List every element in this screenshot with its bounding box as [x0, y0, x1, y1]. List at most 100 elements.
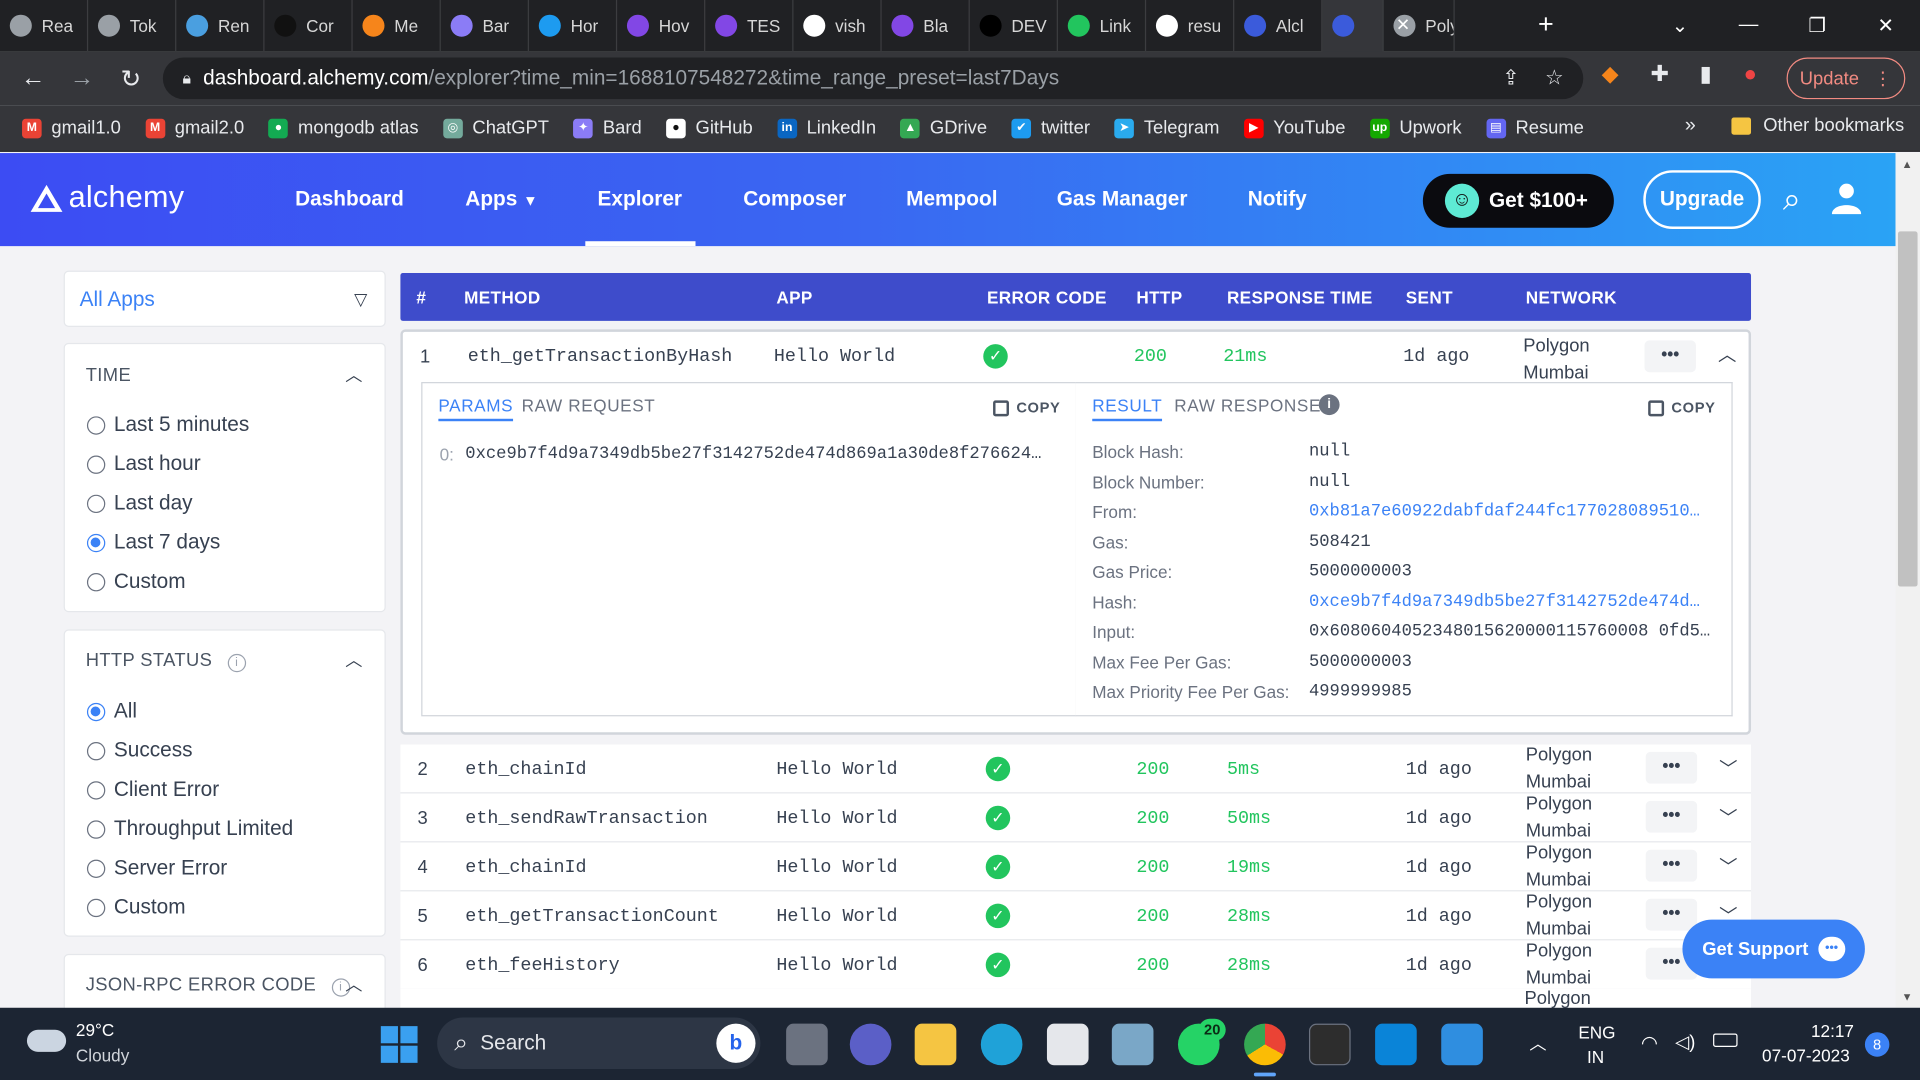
forward-icon[interactable]: →: [58, 64, 107, 92]
tab-raw-response[interactable]: RAW RESPONSE: [1174, 396, 1321, 416]
bookmark-bard[interactable]: ✦ Bard: [573, 118, 642, 138]
url-bar[interactable]: 🔒︎ dashboard.alchemy.com/explorer?time_m…: [162, 57, 1584, 100]
get-support-button[interactable]: Get Support •••: [1682, 919, 1865, 979]
info-icon[interactable]: i: [227, 653, 246, 673]
weather-temp[interactable]: 29°C: [76, 1020, 114, 1040]
row-actions-button[interactable]: •••: [1645, 751, 1698, 784]
bookmark-github[interactable]: ● GitHub: [666, 118, 753, 138]
scroll-thumb[interactable]: [1897, 231, 1918, 587]
tab-linkedin[interactable]: Link: [1058, 0, 1147, 52]
nav-composer[interactable]: Composer: [743, 187, 846, 211]
time-option-last-hour[interactable]: Last hour: [86, 452, 201, 476]
tab-github[interactable]: vish: [793, 0, 882, 52]
bookmark-chatgpt[interactable]: ◎ ChatGPT: [443, 118, 549, 138]
close-tab-icon[interactable]: ✕: [1396, 15, 1410, 36]
app-selector[interactable]: All Apps ▽: [63, 270, 386, 327]
tab-bard[interactable]: Bar: [441, 0, 529, 52]
back-icon[interactable]: ←: [9, 64, 58, 92]
tab-react[interactable]: Rea: [0, 0, 89, 52]
task-view-icon[interactable]: [786, 1023, 828, 1066]
metamask-extension-icon[interactable]: ◆: [1602, 61, 1619, 87]
tab-params[interactable]: PARAMS: [438, 396, 514, 422]
clock-time[interactable]: 12:17: [1811, 1021, 1854, 1041]
chevron-down-icon[interactable]: ﹀: [1719, 804, 1737, 830]
chrome-icon[interactable]: [1244, 1023, 1286, 1066]
time-option-last-5-minutes[interactable]: Last 5 minutes: [86, 413, 249, 437]
tab-token[interactable]: Tok: [88, 0, 177, 52]
camera-app-icon[interactable]: [1111, 1023, 1154, 1066]
chevron-up-icon[interactable]: ︿: [345, 362, 362, 386]
result-value[interactable]: 0xb81a7e60922dabfdaf244fc177028089510…: [1309, 502, 1700, 522]
store-icon[interactable]: [1046, 1023, 1089, 1066]
time-option-last-7-days[interactable]: Last 7 days: [86, 530, 220, 554]
table-row[interactable]: 3 eth_sendRawTransaction Hello World ✓ 200 50…: [400, 793, 1752, 843]
nav-mempool[interactable]: Mempool: [906, 187, 997, 211]
row-actions-button[interactable]: •••: [1645, 800, 1698, 833]
http-status-option-throughput-limited[interactable]: Throughput Limited: [86, 817, 293, 841]
terminal-icon[interactable]: [1308, 1023, 1351, 1066]
clock-date[interactable]: 07-07-2023: [1762, 1046, 1850, 1066]
tab-metamask[interactable]: Me: [353, 0, 441, 52]
close-window-icon[interactable]: ✕: [1851, 13, 1920, 37]
chevron-up-icon[interactable]: ︿: [345, 972, 362, 996]
new-tab-icon[interactable]: +: [1538, 9, 1554, 41]
weather-desc[interactable]: Cloudy: [76, 1046, 129, 1066]
http-status-option-all[interactable]: All: [86, 699, 137, 723]
result-value[interactable]: 0xce9b7f4d9a7349db5be27f3142752de474d…: [1309, 592, 1700, 612]
alchemy-logo[interactable]: alchemy: [29, 180, 184, 216]
tab-polygon-test[interactable]: TES: [705, 0, 794, 52]
more-bookmarks-icon[interactable]: »: [1685, 115, 1696, 137]
bookmark-linkedin[interactable]: in LinkedIn: [777, 118, 876, 138]
scroll-up-icon[interactable]: ▲: [1902, 158, 1913, 170]
nav-apps[interactable]: Apps ▼: [465, 187, 537, 211]
chevron-down-icon[interactable]: ﹀: [1719, 756, 1737, 782]
table-row[interactable]: 2 eth_chainId Hello World ✓ 200 5ms 1d ago Poly…: [400, 744, 1752, 794]
tab-render[interactable]: Ren: [176, 0, 265, 52]
upgrade-button[interactable]: Upgrade: [1643, 170, 1761, 229]
nav-dashboard[interactable]: Dashboard: [295, 187, 404, 211]
teams-icon[interactable]: [849, 1023, 892, 1066]
bookmark-gmail1-0[interactable]: Mgmail1.0: [22, 118, 121, 138]
scroll-down-icon[interactable]: ▼: [1902, 991, 1913, 1003]
http-status-option-custom[interactable]: Custom: [86, 895, 186, 919]
row-actions-button[interactable]: •••: [1644, 340, 1696, 373]
tab-dev[interactable]: DEV: [970, 0, 1058, 52]
tab-polygon-3[interactable]: Poly: [1384, 0, 1455, 52]
lang-secondary[interactable]: IN: [1587, 1047, 1604, 1067]
battery-icon[interactable]: [1713, 1033, 1738, 1047]
http-status-option-success[interactable]: Success: [86, 738, 193, 762]
minimize-icon[interactable]: —: [1714, 15, 1783, 37]
tab-cor[interactable]: Cor: [264, 0, 353, 52]
table-row[interactable]: 4 eth_chainId Hello World ✓ 200 19ms 1d ago Pol…: [400, 842, 1752, 892]
nav-gas-manager[interactable]: Gas Manager: [1057, 187, 1188, 211]
bookmark-gmail2-0[interactable]: Mgmail2.0: [145, 118, 244, 138]
nav-notify[interactable]: Notify: [1248, 187, 1307, 211]
bookmark-mongodb-atlas[interactable]: ● mongodb atlas: [268, 118, 419, 138]
table-row-expanded[interactable]: 1 eth_getTransactionByHash Hello World ✓…: [400, 329, 1752, 735]
user-icon[interactable]: [1831, 182, 1862, 215]
share-icon[interactable]: ⇪: [1502, 66, 1519, 90]
volume-icon[interactable]: ◁): [1675, 1031, 1695, 1053]
bookmark-youtube[interactable]: ▶ YouTube: [1243, 118, 1345, 138]
bookmark-gdrive[interactable]: ▲ GDrive: [900, 118, 987, 138]
chevron-up-icon[interactable]: ︿: [1529, 1031, 1546, 1055]
side-panel-icon[interactable]: ▮: [1700, 61, 1712, 87]
vscode-icon[interactable]: [1375, 1023, 1417, 1066]
tab-result[interactable]: RESULT: [1092, 396, 1163, 422]
table-row[interactable]: 5 eth_getTransactionCount Hello World ✓ 200 2…: [400, 891, 1752, 941]
tab-google-search[interactable]: resu: [1146, 0, 1235, 52]
tab-twitter[interactable]: Hor: [529, 0, 618, 52]
extensions-icon[interactable]: ✚: [1651, 61, 1669, 87]
star-icon[interactable]: ☆: [1545, 66, 1564, 90]
bookmark-twitter[interactable]: ✔ twitter: [1011, 118, 1090, 138]
bookmark-telegram[interactable]: ➤ Telegram: [1114, 118, 1219, 138]
profile-avatar[interactable]: ●: [1744, 61, 1757, 87]
bookmark-resume[interactable]: ▤ Resume: [1486, 118, 1584, 138]
tab-alchemy-1[interactable]: Alcl: [1234, 0, 1323, 52]
nav-explorer[interactable]: Explorer: [598, 187, 682, 211]
notification-badge[interactable]: 8: [1864, 1032, 1890, 1057]
info-icon[interactable]: i: [1318, 394, 1340, 416]
http-status-option-server-error[interactable]: Server Error: [86, 856, 227, 880]
tab-polygon-1[interactable]: Hov: [617, 0, 706, 52]
search-icon[interactable]: ⌕: [1783, 180, 1801, 219]
